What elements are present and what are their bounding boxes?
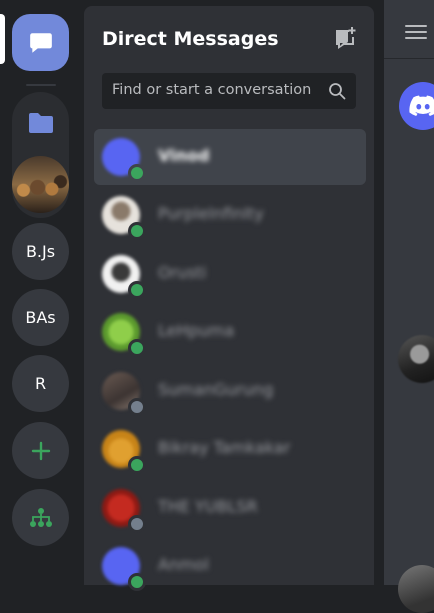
- dm-list-item[interactable]: PurplelnfinIty: [94, 187, 366, 243]
- dm-list-item[interactable]: Orusti: [94, 246, 366, 302]
- message-author-avatar[interactable]: [398, 565, 434, 613]
- dm-name: PurplelnfinIty: [158, 204, 264, 223]
- status-indicator: [128, 398, 146, 416]
- selected-indicator: [0, 14, 5, 64]
- status-indicator: [128, 281, 146, 299]
- search-icon: [329, 83, 346, 100]
- discord-avatar: [399, 82, 434, 130]
- rail-separator: [26, 84, 56, 86]
- hamburger-icon[interactable]: [405, 24, 427, 40]
- dm-name: LeHpuma: [158, 321, 235, 340]
- server-bas[interactable]: BAs: [12, 289, 69, 346]
- dm-name: Anmol: [158, 555, 209, 574]
- status-indicator: [128, 164, 146, 182]
- home-button[interactable]: [12, 14, 69, 71]
- dm-list-item[interactable]: Vinod: [94, 129, 366, 185]
- dm-list-item[interactable]: Bikray Tamkakar: [94, 421, 366, 477]
- dm-name: Vinod: [158, 146, 210, 165]
- message-author-avatar[interactable]: [398, 335, 434, 383]
- server-bjs[interactable]: B.Js: [12, 223, 69, 280]
- server-label: BAs: [25, 308, 56, 327]
- search-placeholder: Find or start a conversation: [112, 82, 312, 98]
- new-message-icon[interactable]: [333, 26, 357, 50]
- dm-list-item[interactable]: THE YUBLSR: [94, 480, 366, 536]
- server-label: B.Js: [25, 242, 56, 261]
- folder-icon: [28, 112, 53, 133]
- dm-list-item[interactable]: Anmol: [94, 538, 366, 594]
- explore-servers-button[interactable]: [12, 489, 69, 546]
- status-indicator: [128, 573, 146, 591]
- direct-messages-panel: Direct Messages Find or start a conversa…: [84, 6, 374, 591]
- dm-name: Bikray Tamkakar: [158, 438, 291, 457]
- dm-list-item[interactable]: SumanGurung: [94, 363, 366, 419]
- status-indicator: [128, 456, 146, 474]
- chat-panel: [384, 0, 434, 613]
- dm-name: THE YUBLSR: [158, 497, 258, 516]
- status-indicator: [128, 222, 146, 240]
- server-label: R: [34, 374, 47, 393]
- add-server-button[interactable]: [12, 422, 69, 479]
- server-rail: B.Js BAs R: [0, 0, 82, 585]
- folder-button[interactable]: [12, 94, 69, 151]
- status-indicator: [128, 339, 146, 357]
- dm-list-item[interactable]: LeHpuma: [94, 304, 366, 360]
- status-indicator: [128, 515, 146, 533]
- server-group-photo[interactable]: [12, 156, 69, 213]
- discord-logo-icon: [409, 95, 434, 116]
- dm-name: Orusti: [158, 263, 207, 282]
- hub-icon: [29, 507, 52, 527]
- chat-header: [384, 0, 434, 59]
- plus-icon: [31, 441, 50, 460]
- dm-name: SumanGurung: [158, 380, 274, 399]
- chat-bubble-icon: [29, 32, 52, 53]
- server-r[interactable]: R: [12, 355, 69, 412]
- search-input[interactable]: Find or start a conversation: [102, 73, 356, 109]
- page-title: Direct Messages: [102, 28, 279, 50]
